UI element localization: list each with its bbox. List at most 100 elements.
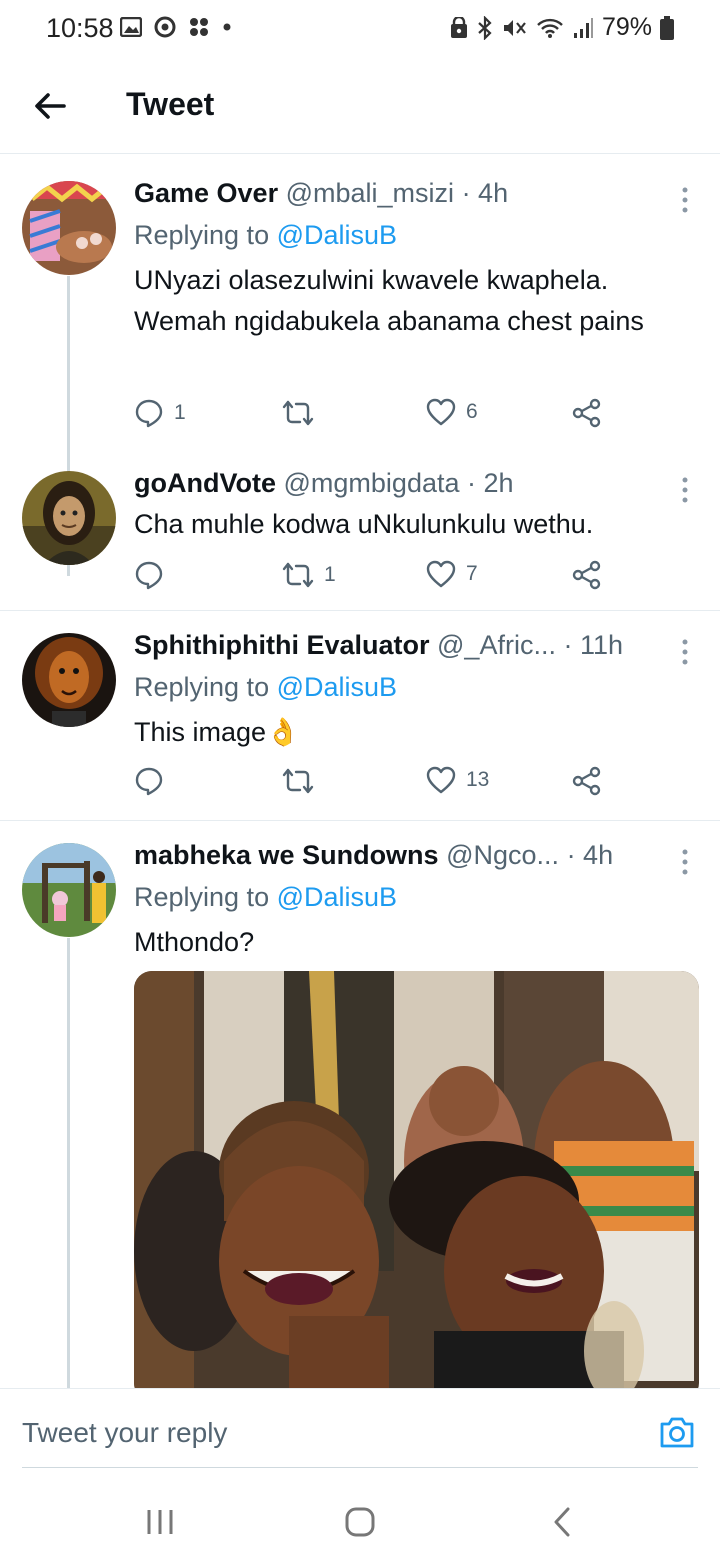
like-action[interactable]: 7 (426, 560, 478, 588)
tweet-header: mabheka we Sundowns @Ngco... · 4h (134, 840, 664, 871)
replying-to-label: Replying to (134, 882, 270, 912)
camera-icon[interactable] (658, 1413, 696, 1451)
like-action[interactable]: 6 (426, 398, 478, 426)
fan-icon (190, 18, 208, 36)
share-action[interactable] (572, 560, 602, 590)
share-action[interactable] (572, 766, 602, 796)
replying-to-label: Replying to (134, 220, 270, 250)
tweet-actions: 1 6 (134, 398, 614, 432)
home-icon[interactable] (340, 1502, 380, 1542)
tweet-actions: 13 (134, 766, 614, 800)
bluetooth-icon (478, 15, 492, 40)
reply-icon (135, 767, 163, 796)
heart-icon (426, 766, 456, 794)
status-time: 10:58 (46, 13, 114, 43)
status-left-icons (120, 16, 232, 38)
share-icon (572, 560, 601, 590)
tweet-text: This image👌 (134, 712, 680, 753)
replying-to-label: Replying to (134, 672, 270, 702)
user-handle[interactable]: @mbali_msizi (286, 178, 454, 208)
back-icon[interactable] (544, 1502, 584, 1542)
retweet-action[interactable] (282, 766, 324, 796)
replying-to: Replying to @DalisuB (134, 672, 397, 703)
signal-icon (573, 17, 593, 38)
display-name[interactable]: goAndVote (134, 468, 276, 498)
gallery-icon (120, 17, 142, 37)
user-handle[interactable]: @Ngco... (446, 840, 559, 870)
replying-to-handle[interactable]: @DalisuB (277, 672, 397, 702)
recent-apps-icon[interactable] (140, 1502, 180, 1542)
retweet-count: 1 (324, 563, 336, 586)
dot-icon (223, 23, 231, 31)
tweet-reply-input[interactable]: Tweet your reply (22, 1417, 227, 1449)
like-count: 7 (466, 562, 478, 585)
arrow-left-icon[interactable] (30, 86, 70, 126)
reply-count: 1 (174, 401, 186, 424)
reply-icon (135, 399, 163, 428)
tweet-text: Mthondo? (134, 927, 255, 957)
tweet-header: Game Over @mbali_msizi · 4h (134, 178, 664, 209)
replying-to-handle[interactable]: @DalisuB (277, 882, 397, 912)
user-handle[interactable]: @_Afric... (437, 630, 556, 660)
more-options-icon[interactable] (680, 848, 690, 878)
share-icon (572, 398, 601, 428)
tweet-media-photo[interactable] (134, 971, 699, 1401)
like-count: 13 (466, 768, 490, 791)
ok-hand-emoji: 👌 (266, 717, 300, 747)
thread-connector (67, 938, 70, 1388)
heart-icon (426, 560, 456, 588)
battery-percent: 79% (601, 13, 652, 41)
replying-to: Replying to @DalisuB (134, 220, 397, 251)
tweet-text: UNyazi olasezulwini kwavele kwaphela. We… (134, 265, 644, 336)
more-options-icon[interactable] (680, 476, 690, 506)
tweet-actions: 1 7 (134, 560, 614, 594)
heart-icon (426, 398, 456, 426)
tweet-divider (0, 820, 720, 821)
display-name[interactable]: Sphithiphithi Evaluator (134, 630, 430, 660)
share-action[interactable] (572, 398, 602, 428)
more-options-icon[interactable] (680, 186, 690, 216)
retweet-icon (282, 768, 314, 794)
replying-to: Replying to @DalisuB (134, 882, 397, 913)
avatar[interactable] (22, 471, 116, 565)
timestamp: · 4h (461, 178, 509, 208)
mute-icon (503, 19, 526, 36)
tweet-divider (0, 610, 720, 611)
display-name[interactable]: mabheka we Sundowns (134, 840, 439, 870)
tweet-text: Cha muhle kodwa uNkulunkulu wethu. (134, 509, 594, 539)
timestamp: · 11h (563, 630, 624, 660)
timestamp: · 4h (566, 840, 614, 870)
status-right-icons: 79% (450, 13, 674, 42)
display-name[interactable]: Game Over (134, 178, 278, 208)
battery-icon (660, 15, 674, 40)
wifi-icon (537, 18, 563, 38)
top-app-bar: Tweet (0, 58, 720, 154)
tweet-header: Sphithiphithi Evaluator @_Afric... · 11h (134, 630, 664, 661)
lock-icon (450, 16, 467, 38)
like-count: 6 (466, 400, 478, 423)
reply-action[interactable]: 1 (134, 398, 186, 428)
avatar[interactable] (22, 181, 116, 275)
retweet-icon (282, 400, 314, 426)
reply-action[interactable] (134, 766, 174, 796)
reply-tweet[interactable]: goAndVote @mgmbigdata · 2h Cha muhle kod… (0, 468, 720, 608)
reply-input-underline (22, 1467, 698, 1468)
reply-icon (135, 561, 163, 590)
timestamp: · 2h (467, 468, 514, 498)
share-icon (572, 766, 601, 796)
tweet-text-body: This image (134, 717, 267, 747)
reply-tweet[interactable]: Sphithiphithi Evaluator @_Afric... · 11h… (0, 630, 720, 818)
avatar[interactable] (22, 843, 116, 937)
more-options-icon[interactable] (680, 638, 690, 668)
tweet-header: goAndVote @mgmbigdata · 2h (134, 468, 664, 499)
android-nav-bar (0, 1478, 720, 1560)
chrome-icon (154, 16, 176, 38)
retweet-action[interactable] (282, 398, 324, 428)
retweet-action[interactable]: 1 (282, 560, 336, 590)
avatar[interactable] (22, 633, 116, 727)
like-action[interactable]: 13 (426, 766, 489, 794)
replying-to-handle[interactable]: @DalisuB (277, 220, 397, 250)
reply-action[interactable] (134, 560, 174, 590)
status-bar: 10:58 79% (0, 0, 720, 58)
user-handle[interactable]: @mgmbigdata (284, 468, 460, 498)
